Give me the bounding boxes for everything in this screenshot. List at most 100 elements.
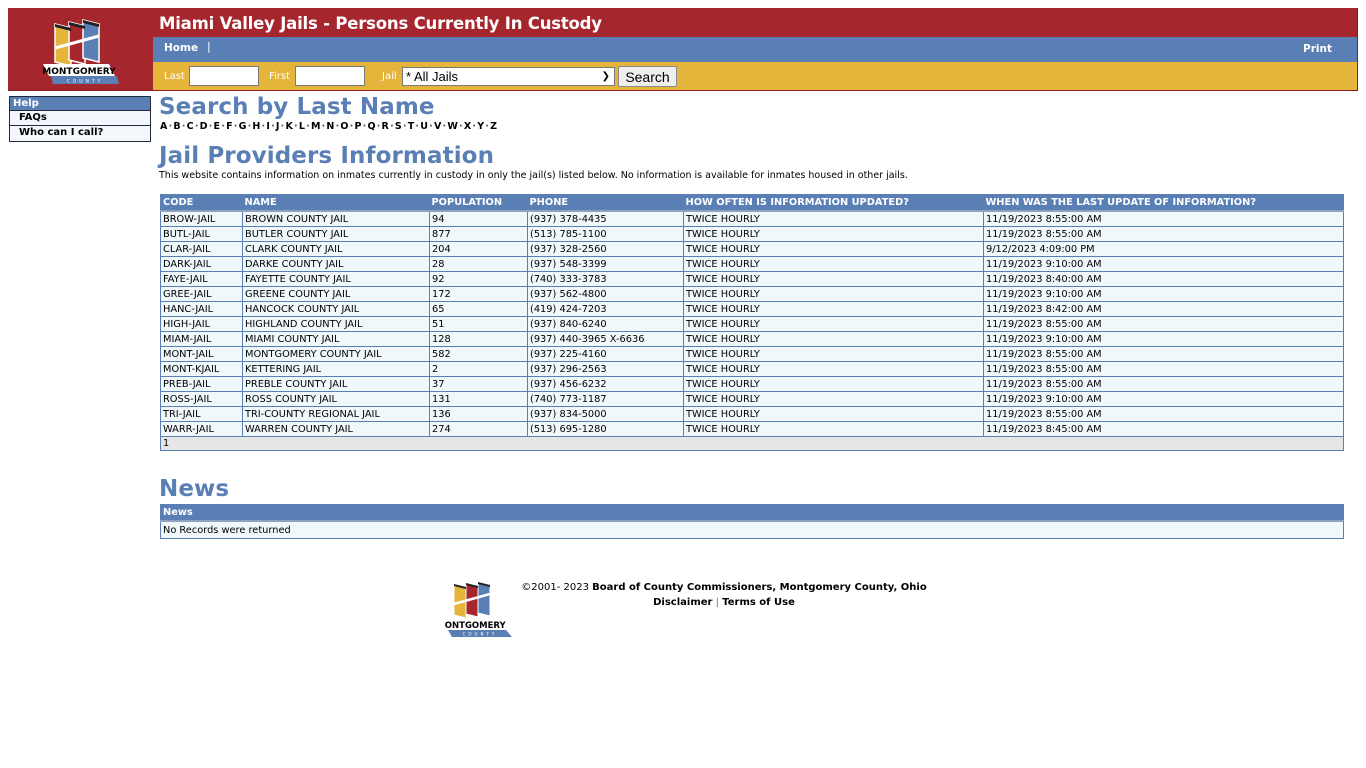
jail-select[interactable]: * All Jails ❯ bbox=[402, 67, 615, 86]
cell-update-frequency: TWICE HOURLY bbox=[683, 241, 984, 257]
pager-page-1[interactable]: 1 bbox=[160, 436, 1344, 451]
cell-code: HIGH-JAIL bbox=[160, 316, 243, 332]
providers-intro: This website contains information on inm… bbox=[159, 170, 908, 181]
print-link[interactable]: Print bbox=[1303, 43, 1332, 55]
cell-population: 274 bbox=[429, 421, 528, 437]
letter-link-d[interactable]: D bbox=[200, 121, 208, 132]
letter-link-u[interactable]: U bbox=[420, 121, 428, 132]
news-empty-row: No Records were returned bbox=[160, 520, 1344, 539]
letter-link-p[interactable]: P bbox=[354, 121, 361, 132]
cell-update-frequency: TWICE HOURLY bbox=[683, 346, 984, 362]
nav-separator: | bbox=[207, 40, 211, 53]
jail-label: Jail bbox=[382, 71, 397, 82]
cell-name: DARKE COUNTY JAIL bbox=[242, 256, 430, 272]
cell-update-frequency: TWICE HOURLY bbox=[683, 376, 984, 392]
cell-update-frequency: TWICE HOURLY bbox=[683, 421, 984, 437]
last-name-input[interactable] bbox=[189, 66, 259, 86]
letter-link-k[interactable]: K bbox=[285, 121, 293, 132]
column-header-update-frequency: HOW OFTEN IS INFORMATION UPDATED? bbox=[683, 194, 984, 212]
letter-link-v[interactable]: V bbox=[434, 121, 442, 132]
cell-last-update: 11/19/2023 8:55:00 AM bbox=[983, 376, 1344, 392]
cell-code: WARR-JAIL bbox=[160, 421, 243, 437]
column-header-code: CODE bbox=[160, 194, 243, 212]
cell-name: PREBLE COUNTY JAIL bbox=[242, 376, 430, 392]
cell-phone: (937) 840-6240 bbox=[527, 316, 684, 332]
cell-last-update: 11/19/2023 8:45:00 AM bbox=[983, 421, 1344, 437]
letter-link-z[interactable]: Z bbox=[490, 121, 497, 132]
cell-code: DARK-JAIL bbox=[160, 256, 243, 272]
letter-link-w[interactable]: W bbox=[447, 121, 458, 132]
cell-code: MONT-JAIL bbox=[160, 346, 243, 362]
sidebar-item-faqs[interactable]: FAQs bbox=[10, 111, 150, 126]
search-by-last-name-heading: Search by Last Name bbox=[159, 94, 435, 120]
column-header-name: NAME bbox=[242, 194, 430, 212]
cell-last-update: 11/19/2023 9:10:00 AM bbox=[983, 256, 1344, 272]
cell-phone: (937) 548-3399 bbox=[527, 256, 684, 272]
cell-population: 172 bbox=[429, 286, 528, 302]
table-row: CLAR-JAIL CLARK COUNTY JAIL 204 (937) 328-2… bbox=[160, 241, 1344, 257]
letter-link-n[interactable]: N bbox=[326, 121, 334, 132]
pager-row: 1 bbox=[160, 436, 1344, 451]
table-row: MIAM-JAIL MIAMI COUNTY JAIL 128 (937) 440-3… bbox=[160, 331, 1344, 347]
table-row: WARR-JAIL WARREN COUNTY JAIL 274 (513) 695-… bbox=[160, 421, 1344, 437]
letter-link-s[interactable]: S bbox=[395, 121, 402, 132]
cell-phone: (937) 834-5000 bbox=[527, 406, 684, 422]
nav-home-link[interactable]: Home bbox=[164, 42, 198, 54]
search-button[interactable]: Search bbox=[618, 66, 677, 87]
cell-name: CLARK COUNTY JAIL bbox=[242, 241, 430, 257]
cell-update-frequency: TWICE HOURLY bbox=[683, 406, 984, 422]
copyright-line: ©2001- 2023 Board of County Commissioner… bbox=[519, 580, 929, 595]
letter-link-b[interactable]: B bbox=[173, 121, 180, 132]
letter-link-f[interactable]: F bbox=[226, 121, 233, 132]
letter-link-g[interactable]: G bbox=[239, 121, 247, 132]
cell-last-update: 11/19/2023 9:10:00 AM bbox=[983, 286, 1344, 302]
cell-phone: (513) 785-1100 bbox=[527, 226, 684, 242]
sidebar-heading: Help bbox=[10, 97, 150, 111]
table-row: BROW-JAIL BROWN COUNTY JAIL 94 (937) 378-44… bbox=[160, 210, 1344, 227]
footer-links: Disclaimer | Terms of Use bbox=[519, 595, 929, 610]
table-header-row: CODE NAME POPULATION PHONE HOW OFTEN IS … bbox=[160, 194, 1344, 212]
column-header-last-update: WHEN WAS THE LAST UPDATE OF INFORMATION? bbox=[983, 194, 1344, 212]
letter-link-m[interactable]: M bbox=[311, 121, 321, 132]
last-name-label: Last bbox=[164, 71, 185, 82]
cell-last-update: 11/19/2023 8:55:00 AM bbox=[983, 226, 1344, 242]
copyright-owner: Board of County Commissioners, Montgomer… bbox=[592, 582, 927, 593]
table-row: GREE-JAIL GREENE COUNTY JAIL 172 (937) 562-… bbox=[160, 286, 1344, 302]
letter-link-a[interactable]: A bbox=[160, 121, 168, 132]
terms-of-use-link[interactable]: Terms of Use bbox=[722, 597, 795, 608]
first-name-input[interactable] bbox=[295, 66, 365, 86]
cell-last-update: 11/19/2023 8:55:00 AM bbox=[983, 346, 1344, 362]
cell-code: MONT-KJAIL bbox=[160, 361, 243, 377]
cell-population: 65 bbox=[429, 301, 528, 317]
letter-link-r[interactable]: R bbox=[382, 121, 390, 132]
table-row: MONT-JAIL MONTGOMERY COUNTY JAIL 582 (937) … bbox=[160, 346, 1344, 362]
cell-code: BUTL-JAIL bbox=[160, 226, 243, 242]
cell-population: 204 bbox=[429, 241, 528, 257]
first-name-label: First bbox=[269, 71, 291, 82]
cell-code: HANC-JAIL bbox=[160, 301, 243, 317]
site-header: MONTGOMERY COUNTY Miami Valley Jails - P… bbox=[8, 8, 1358, 91]
cell-phone: (513) 695-1280 bbox=[527, 421, 684, 437]
help-sidebar: Help FAQs Who can I call? bbox=[9, 96, 151, 142]
montgomery-county-logo[interactable]: MONTGOMERY COUNTY bbox=[41, 18, 121, 86]
cell-update-frequency: TWICE HOURLY bbox=[683, 301, 984, 317]
cell-code: PREB-JAIL bbox=[160, 376, 243, 392]
cell-code: BROW-JAIL bbox=[160, 210, 243, 227]
cell-last-update: 11/19/2023 8:55:00 AM bbox=[983, 361, 1344, 377]
column-header-population: POPULATION bbox=[429, 194, 528, 212]
news-header-row: News bbox=[160, 504, 1344, 522]
disclaimer-link[interactable]: Disclaimer bbox=[653, 597, 712, 608]
column-header-phone: PHONE bbox=[527, 194, 684, 212]
footer-montgomery-county-logo: MONTGOMERY COUNTY bbox=[436, 580, 514, 638]
letter-link-c[interactable]: C bbox=[187, 121, 194, 132]
cell-update-frequency: TWICE HOURLY bbox=[683, 271, 984, 287]
cell-phone: (937) 296-2563 bbox=[527, 361, 684, 377]
letter-link-q[interactable]: Q bbox=[367, 121, 375, 132]
cell-phone: (937) 456-6232 bbox=[527, 376, 684, 392]
cell-population: 136 bbox=[429, 406, 528, 422]
cell-code: ROSS-JAIL bbox=[160, 391, 243, 407]
letter-link-h[interactable]: H bbox=[252, 121, 260, 132]
letter-link-o[interactable]: O bbox=[340, 121, 348, 132]
sidebar-item-who-can-i-call[interactable]: Who can I call? bbox=[10, 126, 150, 141]
cell-population: 92 bbox=[429, 271, 528, 287]
